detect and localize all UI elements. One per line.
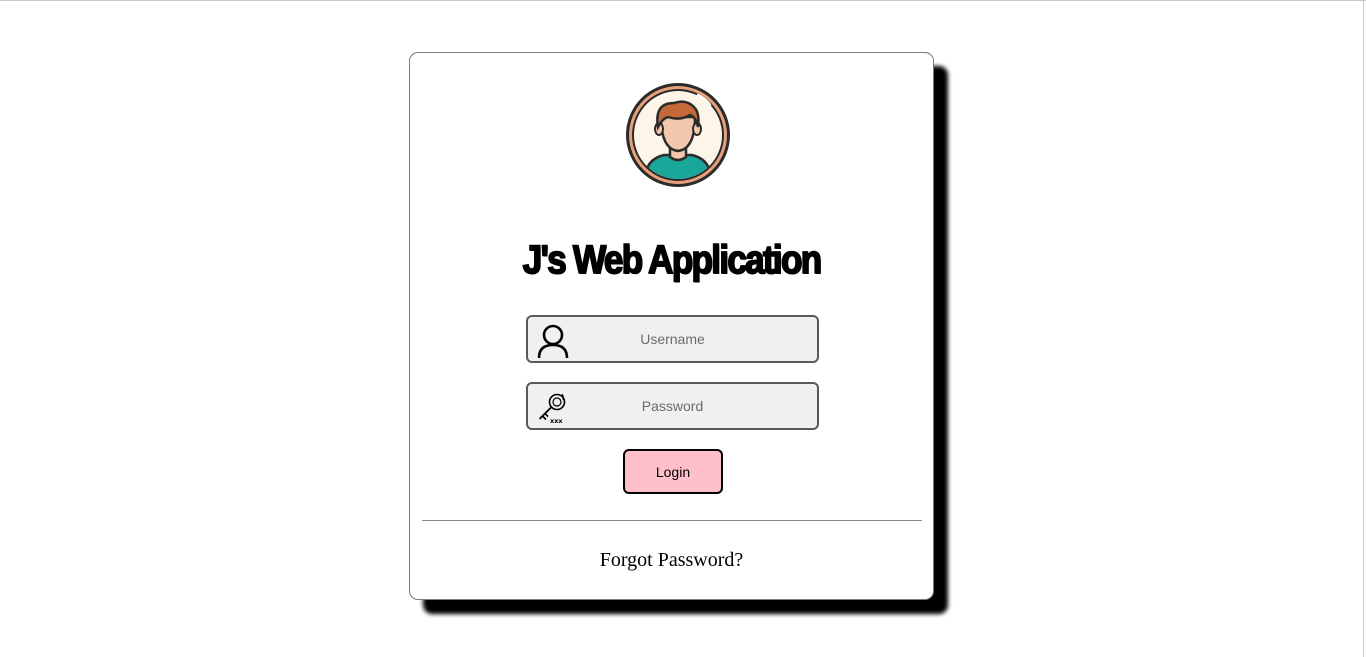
- login-button[interactable]: Login: [623, 449, 723, 494]
- username-field[interactable]: [526, 315, 819, 363]
- password-field[interactable]: xxx: [526, 382, 819, 430]
- app-title: J's Web Application: [522, 237, 823, 283]
- user-avatar-icon: [624, 81, 732, 189]
- forgot-password-link[interactable]: Forgot Password?: [410, 549, 933, 572]
- password-input[interactable]: [528, 384, 817, 428]
- divider: [422, 520, 922, 521]
- login-card: J's Web Application xxx Login Forgot P: [409, 52, 934, 600]
- username-input[interactable]: [528, 317, 817, 361]
- page-edge-rule: [1363, 1, 1364, 657]
